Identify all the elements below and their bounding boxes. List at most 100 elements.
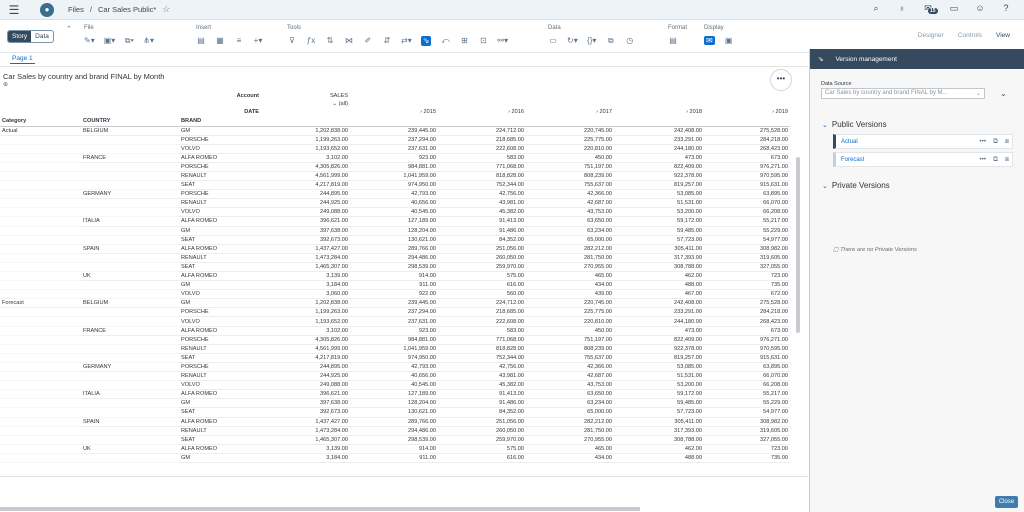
- history-icon[interactable]: ◷: [625, 36, 635, 46]
- value-cell[interactable]: 450.00: [526, 153, 614, 163]
- horizontal-scrollbar[interactable]: [0, 507, 640, 511]
- value-cell[interactable]: 473.00: [614, 326, 704, 336]
- value-cell[interactable]: 914.00: [350, 271, 438, 282]
- value-cell[interactable]: 1,041,959.00: [350, 344, 438, 354]
- close-button[interactable]: Close: [995, 496, 1018, 508]
- value-cell[interactable]: 467.00: [614, 289, 704, 300]
- value-cell[interactable]: 396,621.00: [261, 389, 350, 400]
- copy-icon[interactable]: ⧉: [993, 138, 998, 146]
- lightbulb-icon[interactable]: ♁: [896, 3, 908, 14]
- value-cell[interactable]: 818,828.00: [438, 171, 526, 182]
- value-cell[interactable]: 237,294.00: [350, 135, 438, 145]
- value-cell[interactable]: 237,631.00: [350, 316, 438, 327]
- value-cell[interactable]: 91,413.00: [438, 216, 526, 227]
- value-cell[interactable]: 42,687.00: [526, 371, 614, 382]
- value-cell[interactable]: 84,352.00: [438, 235, 526, 245]
- value-cell[interactable]: 259,970.00: [438, 435, 526, 445]
- value-cell[interactable]: 233,291.00: [614, 135, 704, 145]
- value-cell[interactable]: 59,485.00: [614, 226, 704, 236]
- value-cell[interactable]: 268,423.00: [704, 144, 790, 154]
- value-cell[interactable]: 242,408.00: [614, 126, 704, 136]
- value-cell[interactable]: 249,088.00: [261, 207, 350, 218]
- value-cell[interactable]: 822,409.00: [614, 162, 704, 172]
- value-cell[interactable]: 42,756.00: [438, 362, 526, 373]
- compare-icon[interactable]: ⧈: [1005, 138, 1009, 146]
- value-cell[interactable]: 923.00: [350, 153, 438, 163]
- menu-icon[interactable]: ☰: [0, 0, 28, 20]
- value-cell[interactable]: 53,200.00: [614, 380, 704, 391]
- country-column-header[interactable]: COUNTRY: [81, 116, 179, 127]
- value-cell[interactable]: 66,208.00: [704, 207, 790, 218]
- value-cell[interactable]: 63,234.00: [526, 226, 614, 236]
- value-cell[interactable]: 308,788.00: [614, 262, 704, 273]
- value-cell[interactable]: 751,197.00: [526, 335, 614, 345]
- value-cell[interactable]: 976,271.00: [704, 162, 790, 172]
- value-cell[interactable]: 260,050.00: [438, 253, 526, 263]
- value-cell[interactable]: 289,766.00: [350, 244, 438, 254]
- value-cell[interactable]: 59,172.00: [614, 216, 704, 227]
- refresh-icon[interactable]: ↻▾: [567, 36, 578, 46]
- value-cell[interactable]: 755,637.00: [526, 180, 614, 191]
- designer-tab[interactable]: Designer: [918, 32, 944, 39]
- edit-icon[interactable]: ✎▾: [84, 36, 95, 46]
- value-cell[interactable]: 751,197.00: [526, 162, 614, 172]
- value-cell[interactable]: 922,378.00: [614, 171, 704, 182]
- value-cell[interactable]: 3,139.00: [261, 271, 350, 282]
- value-cell[interactable]: 239,445.00: [350, 126, 438, 136]
- value-cell[interactable]: 462.00: [614, 444, 704, 454]
- value-cell[interactable]: 268,423.00: [704, 316, 790, 327]
- value-cell[interactable]: 244,180.00: [614, 316, 704, 327]
- search-icon[interactable]: ⌕: [870, 3, 882, 14]
- value-cell[interactable]: 1,199,263.00: [261, 135, 350, 145]
- year-2018-header[interactable]: › 2018: [614, 108, 704, 116]
- value-cell[interactable]: 42,756.00: [438, 189, 526, 200]
- value-cell[interactable]: 305,411.00: [614, 417, 704, 427]
- value-cell[interactable]: 1,041,959.00: [350, 171, 438, 182]
- chart-icon[interactable]: ▤: [196, 36, 206, 45]
- feedback-icon[interactable]: ☺: [974, 3, 986, 14]
- value-cell[interactable]: 45,382.00: [438, 207, 526, 218]
- value-cell[interactable]: 298,539.00: [350, 262, 438, 273]
- value-cell[interactable]: 4,561,999.00: [261, 344, 350, 354]
- value-cell[interactable]: 4,217,819.00: [261, 353, 350, 363]
- value-cell[interactable]: 59,172.00: [614, 389, 704, 400]
- value-cell[interactable]: 1,437,427.00: [261, 417, 350, 427]
- value-cell[interactable]: 4,305,826.00: [261, 335, 350, 345]
- value-cell[interactable]: 808,239.00: [526, 344, 614, 354]
- value-cell[interactable]: 911.00: [350, 280, 438, 291]
- value-cell[interactable]: 560.00: [438, 289, 526, 300]
- copy-icon[interactable]: ⧉: [993, 156, 998, 164]
- view-tab[interactable]: View: [996, 32, 1010, 39]
- data-refresh-icon[interactable]: ▭: [548, 36, 558, 46]
- value-cell[interactable]: 616.00: [438, 453, 526, 463]
- value-cell[interactable]: 3,102.00: [261, 153, 350, 163]
- value-cell[interactable]: 970,595.00: [704, 171, 790, 182]
- value-cell[interactable]: 55,229.00: [704, 226, 790, 236]
- value-cell[interactable]: 244,895.00: [261, 362, 350, 373]
- panel-icon[interactable]: ▣: [724, 36, 734, 45]
- notification-icon[interactable]: ✉15: [922, 3, 938, 14]
- value-cell[interactable]: 289,766.00: [350, 417, 438, 427]
- collapse-toolbar-icon[interactable]: ⌃: [66, 25, 72, 33]
- value-cell[interactable]: 45,382.00: [438, 380, 526, 391]
- value-cell[interactable]: 915,631.00: [704, 180, 790, 191]
- value-cell[interactable]: 4,561,999.00: [261, 171, 350, 182]
- value-cell[interactable]: 251,056.00: [438, 417, 526, 427]
- link-dimensions-icon[interactable]: ⇅: [325, 36, 335, 46]
- undo-icon[interactable]: ⤺: [440, 36, 450, 46]
- value-cell[interactable]: 434.00: [526, 280, 614, 291]
- value-cell[interactable]: 1,199,263.00: [261, 307, 350, 318]
- value-cell[interactable]: 63,895.00: [704, 362, 790, 373]
- value-cell[interactable]: 974,950.00: [350, 180, 438, 191]
- value-cell[interactable]: 1,473,284.00: [261, 426, 350, 436]
- value-cell[interactable]: 55,217.00: [704, 389, 790, 400]
- value-cell[interactable]: 220,745.00: [526, 298, 614, 309]
- value-cell[interactable]: 752,344.00: [438, 353, 526, 363]
- value-cell[interactable]: 57,723.00: [614, 235, 704, 245]
- value-cell[interactable]: 976,271.00: [704, 335, 790, 345]
- value-cell[interactable]: 308,982.00: [704, 244, 790, 254]
- value-cell[interactable]: 43,981.00: [438, 371, 526, 382]
- value-cell[interactable]: 53,200.00: [614, 207, 704, 218]
- value-cell[interactable]: 616.00: [438, 280, 526, 291]
- value-cell[interactable]: 233,291.00: [614, 307, 704, 318]
